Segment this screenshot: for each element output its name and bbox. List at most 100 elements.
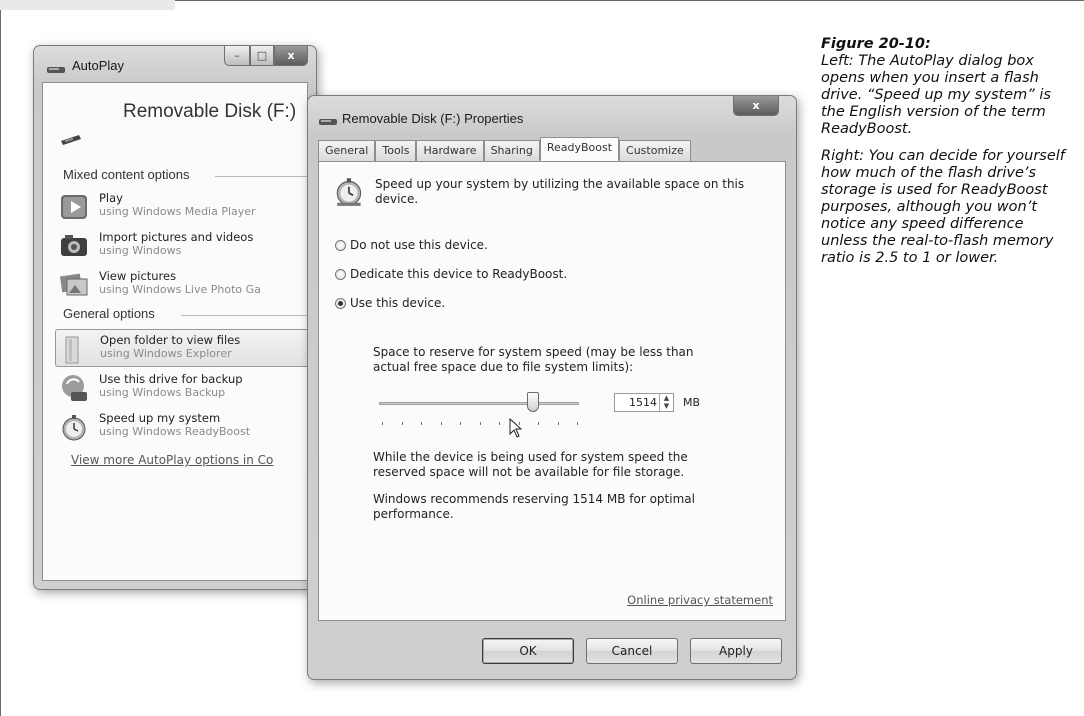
slider-tick — [421, 422, 422, 425]
stopwatch-icon — [333, 174, 367, 212]
drive-icon — [46, 60, 66, 79]
section-divider — [215, 176, 307, 177]
option-title: Open folder to view files — [100, 333, 241, 347]
option-label: Dedicate this device to ReadyBoost. — [350, 267, 568, 281]
tab-customize[interactable]: Customize — [619, 140, 691, 161]
stopwatch-icon — [59, 411, 91, 443]
readyboost-intro: Speed up your system by utilizing the av… — [375, 177, 745, 206]
slider-tick — [460, 422, 461, 425]
maximize-icon: □ — [256, 49, 268, 62]
option-title: Play — [99, 191, 123, 205]
removable-disk-icon — [59, 131, 83, 151]
option-use[interactable]: Use this device. — [335, 296, 445, 310]
frame-border-top — [175, 0, 1084, 1]
mixed-content-header: Mixed content options — [63, 167, 307, 182]
slider-tick — [577, 422, 578, 425]
properties-title: Removable Disk (F:) Properties — [342, 111, 524, 126]
autoplay-window: AutoPlay – □ x Removable Disk (F:) Mixed… — [33, 45, 317, 590]
autoplay-option-view-pictures[interactable]: View pictures using Windows Live Photo G… — [55, 266, 307, 304]
autoplay-option-import[interactable]: Import pictures and videos using Windows — [55, 227, 307, 265]
properties-titlebar[interactable]: Removable Disk (F:) Properties — [308, 96, 796, 132]
spin-up-icon[interactable]: ▲ — [660, 394, 673, 402]
caption-text-left: Left: The AutoPlay dialog box opens when… — [821, 53, 1051, 137]
reserve-slider-thumb[interactable] — [527, 392, 539, 412]
apply-button[interactable]: Apply — [690, 638, 782, 664]
cancel-button[interactable]: Cancel — [586, 638, 678, 664]
backup-icon — [59, 372, 91, 404]
caption-right-paragraph: Right: You can decide for yourself how m… — [821, 148, 1073, 267]
slider-tick — [401, 422, 403, 425]
caption-left-paragraph: Figure 20-10: Left: The AutoPlay dialog … — [821, 36, 1073, 138]
photo-gallery-icon — [59, 269, 91, 301]
readyboost-panel: Speed up your system by utilizing the av… — [318, 161, 786, 621]
radio-dedicate[interactable] — [335, 268, 346, 280]
close-button[interactable]: x — [274, 46, 308, 66]
option-subtitle: using Windows Live Photo Ga — [99, 283, 261, 296]
option-title: Import pictures and videos — [99, 230, 254, 244]
tab-hardware[interactable]: Hardware — [416, 140, 484, 161]
spin-down-icon[interactable]: ▼ — [660, 402, 673, 410]
autoplay-option-open-folder[interactable]: Open folder to view files using Windows … — [55, 329, 307, 367]
reserve-slider-track[interactable] — [379, 402, 579, 405]
autoplay-option-backup[interactable]: Use this drive for backup using Windows … — [55, 369, 307, 407]
slider-tick — [538, 422, 539, 425]
close-button[interactable]: x — [733, 96, 779, 116]
folder-icon — [60, 333, 92, 365]
reserve-unit: MB — [683, 396, 701, 409]
autoplay-caption-buttons: – □ x — [224, 46, 308, 66]
reserve-size-stepper[interactable]: ▲ ▼ — [659, 394, 673, 411]
privacy-statement-link[interactable]: Online privacy statement — [627, 593, 773, 607]
option-subtitle: using Windows ReadyBoost — [99, 425, 251, 438]
frame-border-left — [0, 10, 1, 716]
properties-caption-buttons: x — [733, 96, 779, 116]
play-icon — [59, 191, 91, 223]
reserve-space-label: Space to reserve for system speed (may b… — [373, 345, 694, 374]
caption-text-right: Right: You can decide for yourself how m… — [821, 148, 1065, 266]
option-dedicate[interactable]: Dedicate this device to ReadyBoost. — [335, 267, 567, 281]
page-corner-tab — [0, 0, 175, 10]
option-title: Use this drive for backup — [99, 372, 243, 386]
minimize-icon: – — [234, 49, 240, 62]
properties-tabs: General Tools Hardware Sharing ReadyBoos… — [318, 137, 691, 161]
option-title: View pictures — [99, 269, 177, 283]
radio-do-not-use[interactable] — [335, 239, 346, 251]
slider-tick — [479, 422, 481, 425]
slider-tick — [499, 422, 500, 425]
ok-button[interactable]: OK — [482, 638, 574, 664]
general-options-header: General options — [63, 306, 307, 321]
recommendation-note: Windows recommends reserving 1514 MB for… — [373, 492, 695, 521]
slider-ticks — [382, 422, 578, 425]
tab-tools[interactable]: Tools — [375, 140, 417, 161]
slider-tick — [557, 422, 559, 425]
drive-icon — [318, 112, 338, 131]
section-divider — [181, 315, 307, 316]
reserved-space-note: While the device is being used for syste… — [373, 450, 688, 479]
autoplay-title: AutoPlay — [72, 58, 125, 73]
general-options-label: General options — [63, 306, 155, 321]
mixed-content-label: Mixed content options — [63, 167, 190, 182]
properties-window: Removable Disk (F:) Properties x General… — [307, 95, 797, 680]
maximize-button[interactable]: □ — [250, 46, 274, 66]
more-autoplay-options-link[interactable]: View more AutoPlay options in Co — [71, 453, 273, 467]
option-do-not-use[interactable]: Do not use this device. — [335, 238, 488, 252]
slider-tick — [440, 422, 442, 425]
option-label: Use this device. — [350, 296, 446, 310]
slider-tick — [518, 422, 520, 425]
autoplay-content: Removable Disk (F:) Mixed content option… — [42, 82, 308, 581]
autoplay-option-speed-up[interactable]: Speed up my system using Windows ReadyBo… — [55, 408, 307, 446]
close-icon: x — [752, 99, 760, 112]
option-subtitle: using Windows Backup — [99, 386, 226, 399]
figure-number: Figure 20-10: — [821, 36, 931, 52]
option-subtitle: using Windows Media Player — [99, 205, 256, 218]
tab-readyboost[interactable]: ReadyBoost — [539, 137, 620, 161]
option-subtitle: using Windows Explorer — [100, 347, 232, 360]
option-label: Do not use this device. — [350, 238, 488, 252]
autoplay-option-play[interactable]: Play using Windows Media Player — [55, 188, 307, 226]
figure-caption: Figure 20-10: Left: The AutoPlay dialog … — [821, 36, 1073, 277]
tab-general[interactable]: General — [318, 140, 376, 161]
tab-sharing[interactable]: Sharing — [483, 140, 540, 161]
option-title: Speed up my system — [99, 411, 221, 425]
minimize-button[interactable]: – — [224, 46, 250, 66]
radio-use[interactable] — [335, 297, 346, 309]
slider-tick — [382, 422, 383, 425]
